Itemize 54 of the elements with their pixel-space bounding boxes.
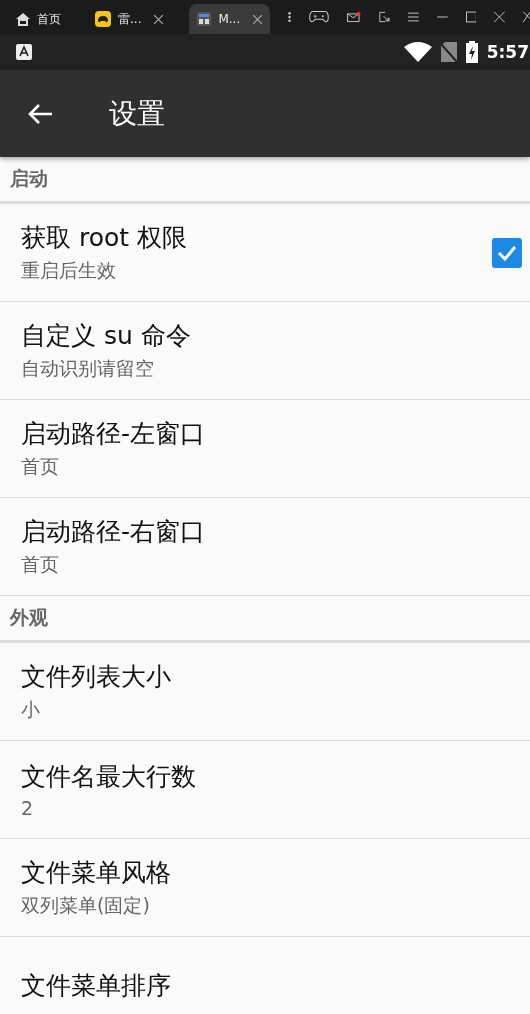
checkmark-icon	[497, 244, 517, 261]
setting-summary: 首页	[21, 454, 59, 479]
setting-title: 启动路径-右窗口	[21, 516, 206, 548]
gamepad-icon[interactable]	[309, 9, 330, 25]
keyboard-icon	[16, 44, 32, 60]
setting-title: 文件列表大小	[21, 661, 171, 693]
no-sim-icon	[440, 42, 457, 62]
section-header: 启动	[0, 157, 530, 204]
settings-item[interactable]: 文件名最大行数 2	[0, 741, 530, 839]
clock: 5:57	[486, 42, 529, 62]
setting-title: 文件菜单排序	[21, 970, 171, 1002]
setting-title: 启动路径-左窗口	[21, 418, 206, 450]
page-title: 设置	[109, 95, 165, 132]
browser-tab[interactable]: 首页	[8, 4, 69, 34]
battery-icon	[465, 41, 478, 63]
browser-tab[interactable]: M...	[189, 4, 271, 34]
menu-icon[interactable]	[408, 11, 419, 23]
close-icon[interactable]	[154, 14, 164, 24]
close-icon[interactable]	[494, 10, 506, 24]
settings-item[interactable]: 获取 root 权限 重启后生效	[0, 204, 530, 302]
tab-label: M...	[218, 12, 241, 26]
more-icon[interactable]	[288, 10, 292, 24]
app-icon	[197, 12, 212, 26]
setting-title: 自定义 su 命令	[21, 320, 191, 352]
close-icon[interactable]	[523, 10, 530, 24]
gamepad-icon	[95, 11, 111, 27]
close-icon[interactable]	[253, 14, 263, 24]
settings-item[interactable]: 文件菜单风格 双列菜单(固定)	[0, 839, 530, 937]
setting-summary: 双列菜单(固定)	[21, 893, 150, 918]
setting-title: 文件菜单风格	[21, 857, 171, 889]
setting-title: 获取 root 权限	[21, 222, 187, 254]
home-icon	[16, 12, 30, 26]
settings-item[interactable]: 文件菜单排序	[0, 937, 530, 1014]
settings-item[interactable]: 自定义 su 命令 自动识别请留空	[0, 302, 530, 400]
browser-tab[interactable]: 雷...	[87, 4, 172, 34]
setting-summary: 自动识别请留空	[21, 356, 154, 381]
settings-item[interactable]: 启动路径-左窗口 首页	[0, 400, 530, 498]
setting-summary: 重启后生效	[21, 258, 116, 283]
resize-icon[interactable]	[379, 10, 390, 24]
settings-item[interactable]: 启动路径-右窗口 首页	[0, 498, 530, 596]
wifi-icon	[403, 42, 432, 62]
mail-icon[interactable]	[347, 10, 362, 24]
checkbox[interactable]	[492, 237, 522, 268]
tab-label: 雷...	[118, 10, 142, 28]
back-icon[interactable]	[27, 102, 53, 125]
section-header: 外观	[0, 596, 530, 643]
minimize-icon[interactable]	[436, 15, 448, 19]
setting-summary: 2	[21, 797, 34, 819]
settings-item[interactable]: 文件列表大小 小	[0, 643, 530, 741]
setting-summary: 小	[21, 697, 40, 722]
setting-summary: 首页	[21, 552, 59, 577]
tab-label: 首页	[37, 10, 61, 28]
maximize-icon[interactable]	[465, 10, 477, 24]
setting-title: 文件名最大行数	[21, 761, 196, 793]
